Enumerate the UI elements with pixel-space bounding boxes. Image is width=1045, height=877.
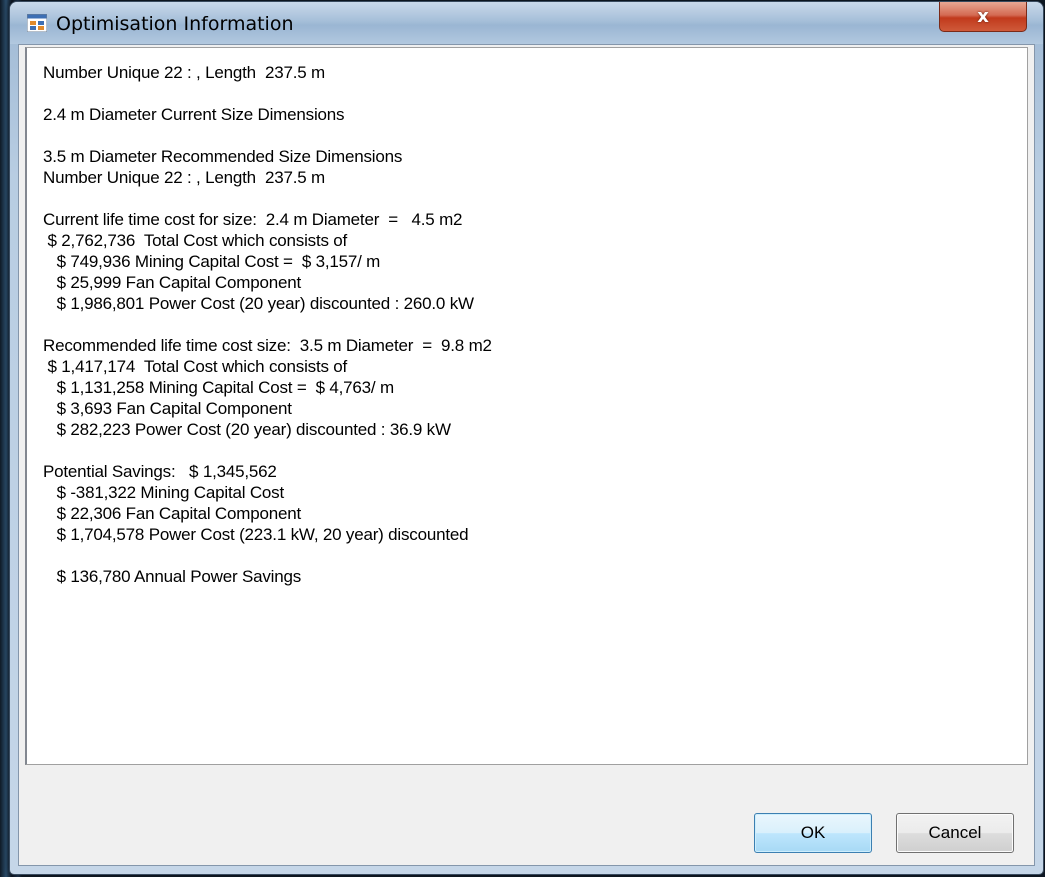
title-bar[interactable]: Optimisation Information x	[10, 2, 1043, 44]
application-icon	[27, 14, 47, 32]
optimisation-details-text: Number Unique 22 : , Length 237.5 m 2.4 …	[43, 63, 492, 586]
info-text-box[interactable]: Number Unique 22 : , Length 237.5 m 2.4 …	[25, 47, 1028, 765]
ok-button[interactable]: OK	[754, 813, 872, 853]
window-title: Optimisation Information	[56, 13, 294, 35]
cancel-button[interactable]: Cancel	[896, 813, 1014, 853]
close-button[interactable]: x	[939, 2, 1027, 32]
close-icon: x	[977, 6, 989, 27]
dialog-body: Number Unique 22 : , Length 237.5 m 2.4 …	[18, 44, 1035, 866]
optimisation-dialog: Optimisation Information x Number Unique…	[10, 2, 1043, 874]
